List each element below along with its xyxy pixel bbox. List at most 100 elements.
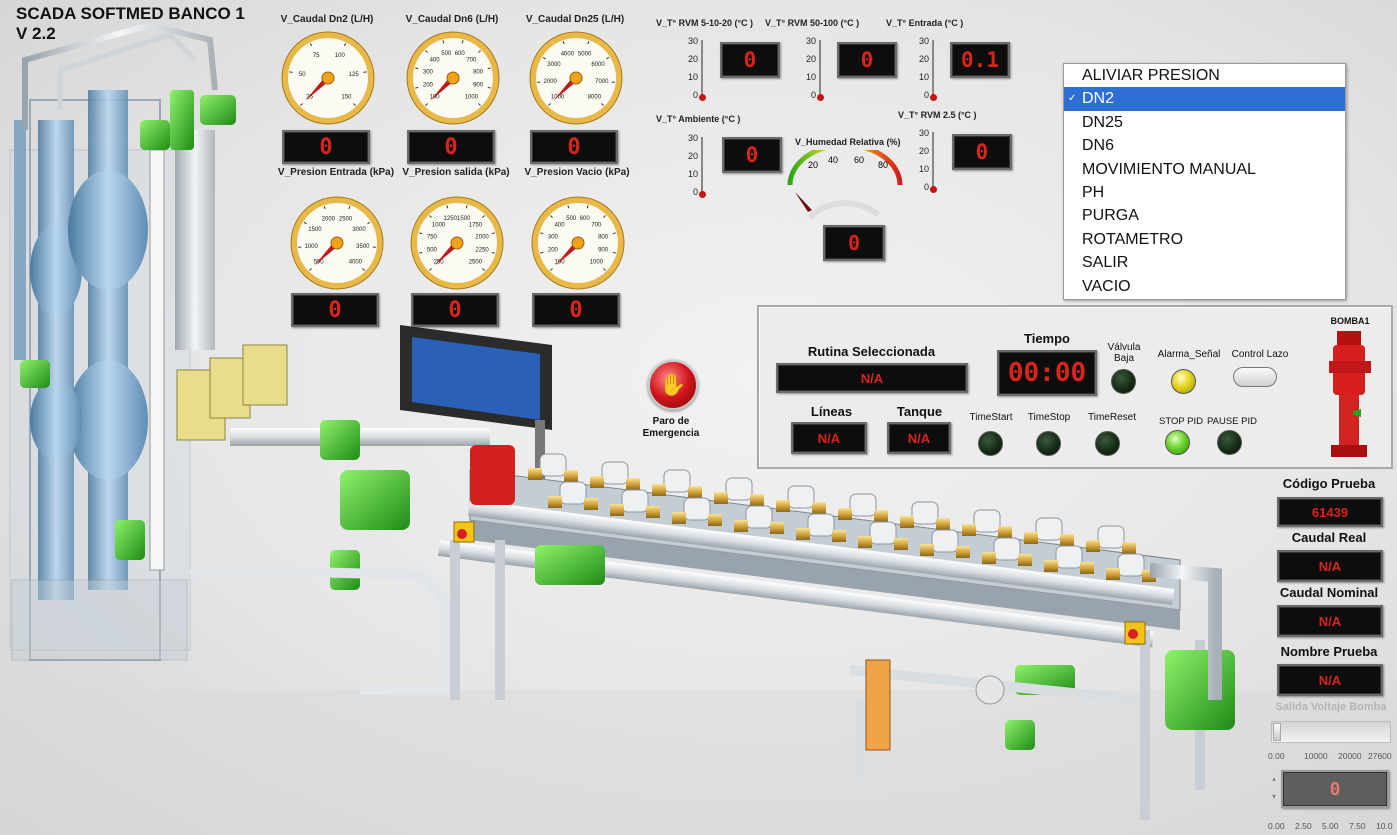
timestart-led[interactable] xyxy=(978,431,1003,456)
thermometer-tick: 20 xyxy=(687,151,698,161)
lineas-label: Líneas xyxy=(810,404,853,419)
thermometer-label: V_T° Entrada (°C ) xyxy=(886,18,964,28)
routine-option[interactable]: VACIO xyxy=(1064,275,1345,298)
bomba-label: BOMBA1 xyxy=(1330,316,1370,326)
thermometer-tick: 30 xyxy=(918,36,929,46)
routine-option[interactable]: DN25 xyxy=(1064,111,1345,134)
routine-option-label: DN6 xyxy=(1082,137,1115,155)
routine-option[interactable]: ROTAMETRO xyxy=(1064,228,1345,251)
hand-icon: ✋ xyxy=(659,372,687,397)
alarma-led xyxy=(1171,369,1196,394)
routine-option-label: ROTAMETRO xyxy=(1082,230,1184,248)
rutina-label: Rutina Seleccionada xyxy=(807,344,936,359)
pressure-gauge-tick: 400 xyxy=(555,223,566,229)
thermometer-tick: 10 xyxy=(918,72,929,82)
flow-gauge-label: V_Caudal Dn25 (L/H) xyxy=(525,14,625,25)
pressure-gauge-tick: 2250 xyxy=(475,248,489,254)
emergency-label-line1: Paro de xyxy=(652,416,690,427)
flow-gauge-label: V_Caudal Dn6 (L/H) xyxy=(405,14,499,25)
pressure-gauge-tick: 1000 xyxy=(304,244,318,250)
caudal-nominal-label: Caudal Nominal xyxy=(1279,585,1379,600)
voltage-label: Salida Voltaje Bomba xyxy=(1275,701,1387,713)
caudal-real-label: Caudal Real xyxy=(1291,530,1367,545)
pressure-gauge-tick: 900 xyxy=(598,248,609,254)
routine-option[interactable]: PH xyxy=(1064,181,1345,204)
routine-option[interactable]: PURGA xyxy=(1064,204,1345,227)
humidity-gauge: 20 40 60 80 xyxy=(787,150,903,220)
timereset-led[interactable] xyxy=(1095,431,1120,456)
tiempo-label: Tiempo xyxy=(1024,331,1070,346)
app-version: V 2.2 xyxy=(16,24,56,43)
voltage-scale-top: 20000 xyxy=(1338,751,1362,761)
stepper-down-icon[interactable]: ▾ xyxy=(1270,788,1278,806)
timereset-label: TimeReset xyxy=(1088,412,1136,423)
voltage-slider-thumb[interactable] xyxy=(1273,723,1281,741)
voltage-scale-bottom-tick: 10.0 xyxy=(1376,821,1393,831)
pause-pid-led[interactable] xyxy=(1217,430,1242,455)
routine-option[interactable]: MOVIMIENTO MANUAL xyxy=(1064,158,1345,181)
flow-gauge-tick: 1000 xyxy=(465,94,479,100)
flow-meter xyxy=(962,509,1012,538)
thermometer-display: 0.1 xyxy=(950,42,1010,78)
routine-dropdown-list[interactable]: ALIVIAR PRESION ✓ DN2 DN25 DN6 MOVIMIENTO MAN… xyxy=(1063,63,1346,300)
rutina-display: N/A xyxy=(776,363,968,393)
thermometer-bulb xyxy=(817,94,824,101)
thermometer-tick: 20 xyxy=(805,54,816,64)
routine-option[interactable]: ALIVIAR PRESION xyxy=(1064,64,1345,87)
pressure-gauge-tick: 1750 xyxy=(469,223,483,229)
tanque-label: Tanque xyxy=(896,404,943,419)
caudal-real-display: N/A xyxy=(1277,550,1383,582)
valvula-label-line2: Baja xyxy=(1113,353,1134,364)
humidity-tick: 40 xyxy=(828,155,838,165)
thermometer-bulb xyxy=(699,191,706,198)
routine-option[interactable]: ✓ DN2 xyxy=(1064,87,1345,111)
thermometer-tick: 20 xyxy=(687,54,698,64)
valvula-label: Válvula Baja xyxy=(1099,342,1149,364)
thermometer-tick: 0 xyxy=(810,90,816,100)
routine-option-label: DN2 xyxy=(1082,90,1115,108)
thermometer-column xyxy=(932,40,934,96)
flow-gauge-display: 0 xyxy=(530,130,618,164)
flow-gauge-tick: 800 xyxy=(473,69,484,75)
routine-option[interactable]: DN6 xyxy=(1064,134,1345,157)
routine-option-label: SALIR xyxy=(1082,254,1129,272)
flow-gauge-tick: 200 xyxy=(423,83,434,89)
voltage-scale-bottom-tick: 2.50 xyxy=(1295,821,1312,831)
voltage-scale-bottom-tick: 0.00 xyxy=(1268,821,1285,831)
pressure-gauge-label: V_Presion salida (kPa) xyxy=(402,167,510,178)
flow-meter xyxy=(776,485,826,514)
flow-meter xyxy=(1086,525,1136,554)
thermometer-bulb xyxy=(930,186,937,193)
timestart-label: TimeStart xyxy=(969,412,1013,423)
timestop-led[interactable] xyxy=(1036,431,1061,456)
thermometer-tick: 30 xyxy=(687,36,698,46)
flow-gauge-tick: 6000 xyxy=(591,62,605,68)
stop-pid-led[interactable] xyxy=(1165,430,1190,455)
pressure-gauge-tick: 2000 xyxy=(475,234,489,240)
routine-option-label: VACIO xyxy=(1082,277,1131,295)
pressure-gauge-display: 0 xyxy=(291,293,379,327)
thermometer-tick: 20 xyxy=(918,146,929,156)
flow-meter xyxy=(1024,517,1074,546)
valvula-baja-led xyxy=(1111,369,1136,394)
timestop-label: TimeStop xyxy=(1027,412,1071,423)
flow-gauge-tick: 5000 xyxy=(578,51,592,57)
stepper-up-icon[interactable]: ▴ xyxy=(1270,770,1278,788)
voltage-scale-bottom-tick: 5.00 xyxy=(1322,821,1339,831)
thermometer-column xyxy=(932,132,934,188)
pressure-gauge-tick: 1500 xyxy=(457,216,471,222)
control-lazo-toggle[interactable] xyxy=(1233,367,1277,387)
thermometer-label: V_T° Ambiente (°C ) xyxy=(656,114,741,124)
voltage-slider[interactable] xyxy=(1271,721,1391,743)
pressure-gauge: 500100015002000 2500300035004000 xyxy=(290,196,384,290)
pressure-gauge-tick: 600 xyxy=(580,216,591,222)
pressure-gauge-tick: 700 xyxy=(591,223,602,229)
flow-gauge: 1000200030004000 5000600070008000 xyxy=(529,31,623,125)
emergency-stop-button[interactable]: ✋ xyxy=(648,360,698,410)
flow-gauge-tick: 125 xyxy=(349,72,360,78)
checkmark-icon: ✓ xyxy=(1068,93,1077,105)
routine-option[interactable]: SALIR xyxy=(1064,251,1345,274)
voltage-stepper[interactable]: ▴ ▾ xyxy=(1270,770,1278,806)
flow-gauge-tick: 3000 xyxy=(547,62,561,68)
emergency-stop-label: Paro de Emergencia xyxy=(630,416,712,440)
